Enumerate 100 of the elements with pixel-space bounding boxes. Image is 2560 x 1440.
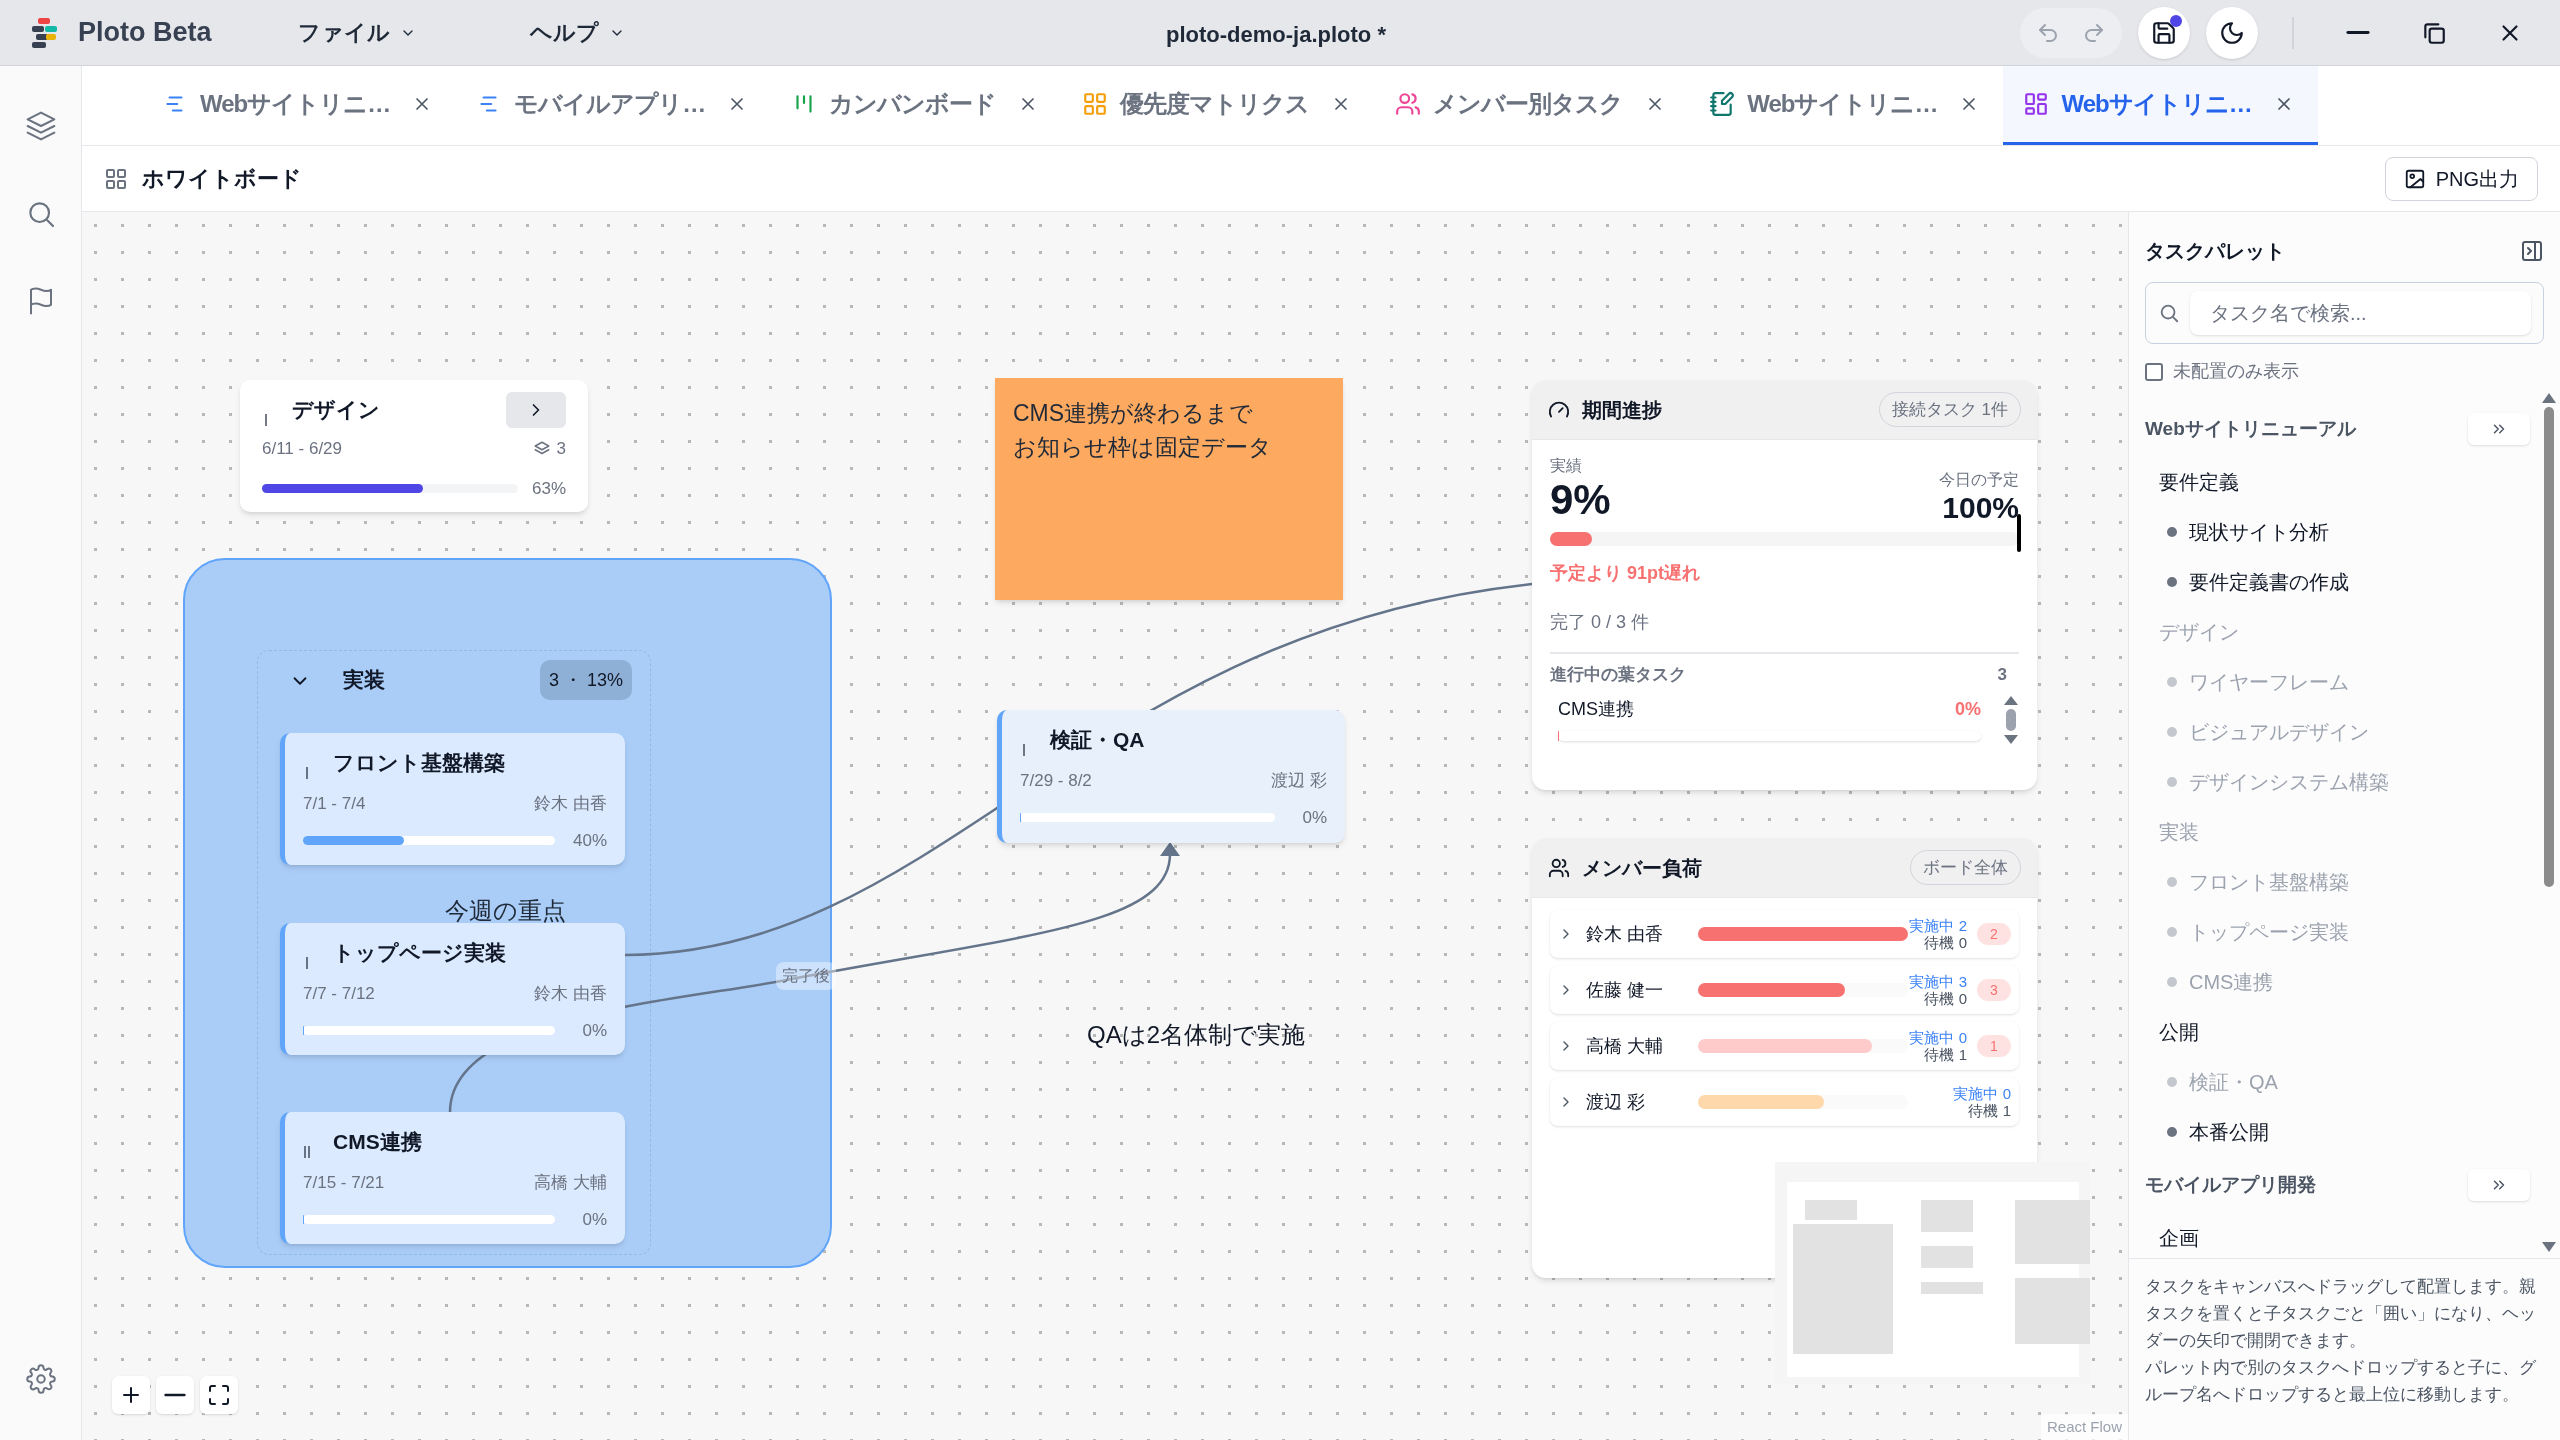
minus-icon (163, 1391, 187, 1399)
actual-value: 9% (1550, 478, 1611, 522)
count-badge: 1 (1977, 1035, 2011, 1057)
delay-text: 予定より 91pt遅れ (1550, 562, 1701, 585)
image-icon (2403, 167, 2426, 190)
tab[interactable]: 優先度マトリクス (1062, 66, 1376, 145)
grid-icon (104, 166, 128, 191)
active-count: 実施中 0 (1953, 1085, 2011, 1102)
item-label: トップページ実装 (2189, 920, 2349, 945)
item-label: フロント基盤構築 (2189, 870, 2349, 895)
waiting-count: 待機 1 (1924, 1046, 1967, 1063)
view-title: ホワイトボード (142, 165, 302, 193)
tab[interactable]: カンバンボード (771, 66, 1063, 145)
palette-item[interactable]: 要件定義 (2145, 457, 2530, 507)
task-percent: 0% (1301, 807, 1327, 829)
item-label: CMS連携 (2189, 970, 2274, 995)
help-text: パレット内で別のタスクへドロップすると子に、グループ名へドロップすると最上位に移動します。 (2145, 1357, 2537, 1406)
member-name: 佐藤 健一 (1586, 978, 1664, 1002)
widget-title: 期間進捗 (1582, 397, 1662, 423)
member-row[interactable]: 鈴木 由香 実施中 2 待機 0 2 (1550, 910, 2019, 958)
checkbox[interactable] (2145, 362, 2163, 381)
tab[interactable]: モバイルアプリ… (456, 66, 772, 145)
member-row[interactable]: 佐藤 健一 実施中 3 待機 0 3 (1550, 966, 2019, 1014)
palette-item[interactable]: 現状サイト分析 (2145, 507, 2530, 557)
active-count: 実施中 0 (1909, 1029, 1967, 1046)
palette-item[interactable]: 要件定義書の作成 (2145, 557, 2530, 607)
task-percent: 0% (581, 1020, 607, 1042)
member-row[interactable]: 高橋 大輔 実施中 0 待機 1 1 (1550, 1022, 2019, 1070)
task-assignee: 高橋 大輔 (534, 1171, 607, 1194)
item-label: 実装 (2159, 820, 2199, 845)
grip-icon (303, 954, 311, 969)
app-name: Ploto Beta (78, 16, 212, 50)
tab-label: モバイルアプリ… (514, 89, 706, 119)
theme-toggle-button[interactable] (2206, 6, 2258, 59)
task-assignee: 鈴木 由香 (534, 792, 607, 815)
fit-view-button[interactable] (200, 1376, 238, 1414)
task-assignee: 鈴木 由香 (534, 982, 607, 1005)
leaf-count: 3 (1997, 664, 2008, 686)
task-card[interactable]: トップページ実装 7/7 - 7/12 鈴木 由香 0% (280, 923, 625, 1055)
member-name: 鈴木 由香 (1586, 922, 1664, 946)
pause-icon (303, 1143, 311, 1158)
tab[interactable]: Webサイトリニ… (2003, 66, 2318, 145)
task-dates: 7/15 - 7/21 (303, 1171, 385, 1194)
waiting-count: 待機 1 (1968, 1102, 2011, 1119)
save-button[interactable] (2138, 6, 2190, 59)
tab-label: Webサイトリニ… (1747, 89, 1938, 119)
item-label: 企画 (2159, 1226, 2199, 1251)
task-card[interactable]: CMS連携 7/15 - 7/21 高橋 大輔 0% (280, 1112, 625, 1244)
done-count: 完了 0 / 3 件 (1550, 611, 1651, 634)
scrollbar[interactable] (2003, 695, 2019, 744)
task-card[interactable]: 検証・QA 7/29 - 8/2 渡辺 彩 0% (997, 710, 1345, 843)
member-name: 高橋 大輔 (1586, 1034, 1664, 1058)
task-title: トップページ実装 (333, 940, 506, 966)
panel-collapse-icon (2520, 239, 2544, 263)
task-percent: 63% (531, 477, 566, 500)
tab[interactable]: Webサイトリニ… (1689, 66, 2004, 145)
member-name: 渡辺 彩 (1586, 1090, 1646, 1114)
palette-item[interactable]: 企画 (2145, 1213, 2530, 1258)
zoom-in-button[interactable] (112, 1376, 150, 1414)
menu-button[interactable]: ヘルプ (511, 10, 643, 55)
tab-label: 優先度マトリクス (1120, 89, 1310, 119)
active-count: 実施中 3 (1909, 973, 1967, 990)
tab-label: Webサイトリニ… (200, 89, 391, 119)
settings-icon (25, 1364, 56, 1394)
leaf-task-name: CMS連携 (1558, 697, 1634, 721)
waiting-count: 待機 0 (1924, 934, 1967, 951)
group-title: 実装 (343, 667, 385, 693)
tab[interactable]: Webサイトリニ… (142, 66, 457, 145)
item-label: ワイヤーフレーム (2189, 670, 2349, 695)
search-icon (2158, 302, 2180, 324)
actual-label: 実績 (1550, 456, 1583, 476)
task-card[interactable]: フロント基盤構築 7/1 - 7/4 鈴木 由香 40% (280, 733, 625, 865)
fullscreen-icon (207, 1383, 231, 1407)
group-heading: モバイルアプリ開発 (2145, 1172, 2316, 1197)
zoom-out-button[interactable] (156, 1376, 194, 1414)
export-button[interactable]: PNG出力 (2384, 156, 2538, 201)
member-row[interactable]: 渡辺 彩 実施中 0 待機 1 (1550, 1078, 2019, 1126)
item-label: 検証・QA (2189, 1070, 2278, 1095)
item-label: 現状サイト分析 (2189, 520, 2329, 545)
grip-icon (1020, 741, 1028, 756)
widget-title: メンバー負荷 (1582, 855, 1702, 881)
search-field[interactable]: タスク名で検索... (2145, 282, 2544, 344)
moon-icon (2219, 19, 2245, 46)
save-icon (2151, 19, 2177, 46)
menu-button[interactable]: ファイル (279, 10, 434, 55)
palette-title: タスクパレット (2145, 239, 2285, 264)
sticky-note[interactable]: CMS連携が終わるまで お知らせ枠は固定データ (995, 378, 1343, 600)
logo-icon (30, 15, 60, 50)
count-badge: 2 (1977, 923, 2011, 945)
tab-label: メンバー別タスク (1433, 89, 1624, 119)
planned-label: 今日の予定 (1939, 470, 2019, 490)
palette-item[interactable]: 公開 (2145, 1007, 2530, 1057)
collapse-panel-button[interactable] (2520, 239, 2544, 263)
task-percent: 40% (571, 830, 607, 852)
grip-icon (303, 764, 311, 779)
minimize-icon (2345, 28, 2371, 37)
tab[interactable]: メンバー別タスク (1375, 66, 1690, 145)
palette-item[interactable]: 本番公開 (2145, 1107, 2530, 1157)
task-title: CMS連携 (333, 1129, 422, 1155)
task-card[interactable]: デザイン 6/11 - 6/29 3 63% (240, 380, 588, 512)
